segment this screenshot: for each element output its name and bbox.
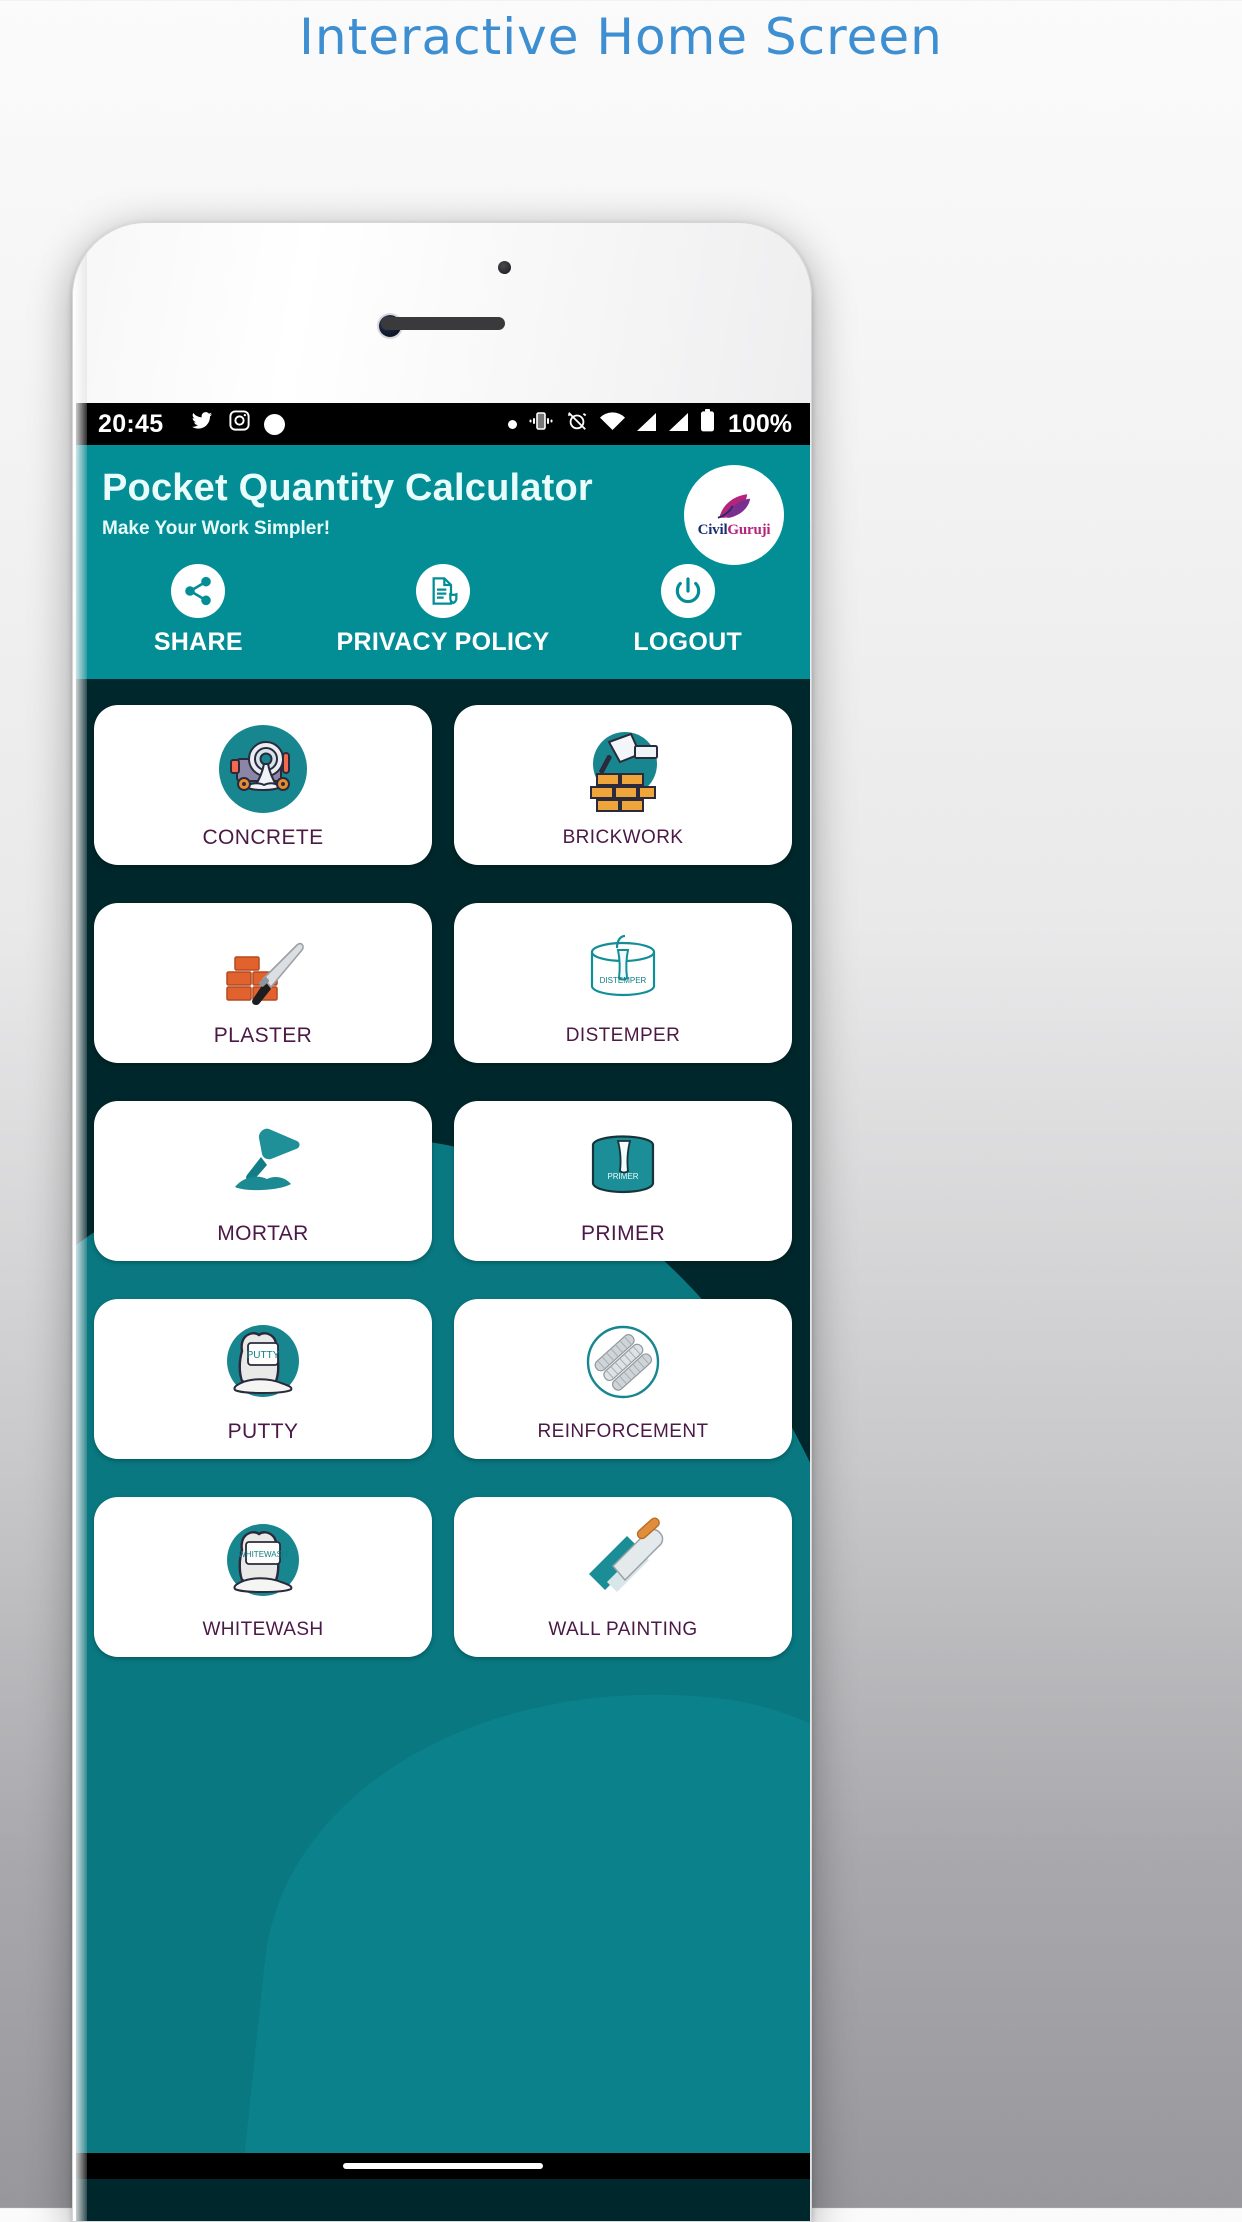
earpiece-speaker	[381, 317, 505, 330]
rebar-icon	[570, 1311, 676, 1417]
card-label: PUTTY	[227, 1420, 299, 1443]
status-time: 20:45	[98, 409, 164, 438]
brand-logo[interactable]: CivilGuruji	[684, 465, 784, 565]
card-putty[interactable]: PUTTY PUTTY	[94, 1299, 432, 1459]
concrete-mixer-icon	[210, 716, 316, 822]
wifi-icon	[600, 410, 626, 439]
document-shield-icon	[416, 564, 470, 618]
feather-logo-icon	[717, 494, 751, 519]
card-distemper[interactable]: DISTEMPER DISTEMPER	[454, 903, 792, 1063]
proximity-sensor-icon	[498, 261, 511, 274]
dot-icon	[508, 419, 518, 429]
action-privacy-policy-label: PRIVACY POLICY	[336, 628, 550, 656]
app-title: Pocket Quantity Calculator	[102, 467, 593, 509]
vibrate-icon	[528, 410, 554, 439]
card-label: MORTAR	[217, 1222, 309, 1245]
action-logout[interactable]: LOGOUT	[565, 564, 810, 657]
card-label: BRICKWORK	[562, 827, 684, 848]
whitewash-bag-icon: WHITEWASH	[210, 1509, 316, 1615]
icon-caption: PUTTY	[247, 1350, 280, 1361]
notification-dot-icon	[264, 413, 286, 435]
card-primer[interactable]: PRIMER PRIMER	[454, 1101, 792, 1261]
status-right-icons: 100%	[508, 409, 792, 439]
card-whitewash[interactable]: WHITEWASH WHITEWASH	[94, 1497, 432, 1657]
page-title: Interactive Home Screen	[299, 8, 943, 66]
battery-icon	[700, 409, 715, 439]
card-label: REINFORCEMENT	[537, 1421, 709, 1442]
action-share[interactable]: SHARE	[76, 564, 321, 657]
icon-caption: PRIMER	[607, 1172, 638, 1181]
paint-bucket-icon: DISTEMPER	[570, 915, 676, 1021]
twitter-icon	[189, 410, 215, 439]
calculator-grid: CONCRETE BRICKWORK PLASTER DISTEMPER DIS…	[94, 705, 792, 1657]
action-privacy-policy[interactable]: PRIVACY POLICY	[321, 564, 566, 657]
putty-bag-icon: PUTTY	[210, 1310, 316, 1416]
icon-caption: WHITEWASH	[238, 1550, 288, 1559]
header-actions: SHARE PRIVACY POLICY LOGOUT	[76, 540, 810, 679]
power-icon	[660, 564, 715, 618]
brand-name: CivilGuruji	[697, 522, 771, 538]
card-label: PRIMER	[580, 1222, 666, 1245]
instagram-icon	[228, 409, 251, 439]
card-label: DISTEMPER	[565, 1025, 681, 1046]
card-reinforcement[interactable]: REINFORCEMENT	[454, 1299, 792, 1459]
action-logout-label: LOGOUT	[633, 628, 743, 656]
card-plaster[interactable]: PLASTER	[94, 903, 432, 1063]
mortar-trowel-icon	[210, 1112, 316, 1218]
card-mortar[interactable]: MORTAR	[94, 1101, 432, 1261]
brick-wall-trowel-icon	[570, 717, 676, 823]
card-label: WALL PAINTING	[548, 1619, 698, 1640]
card-label: WHITEWASH	[202, 1619, 324, 1640]
card-wall-painting[interactable]: WALL PAINTING	[454, 1497, 792, 1657]
phone-mockup: 20:45 100% Pocket Quantity Calculator Ma…	[72, 222, 812, 2222]
paint-roller-icon	[570, 1509, 676, 1615]
share-icon	[171, 564, 226, 618]
primer-bucket-icon: PRIMER	[570, 1112, 676, 1218]
card-concrete[interactable]: CONCRETE	[94, 705, 432, 865]
card-brickwork[interactable]: BRICKWORK	[454, 705, 792, 865]
icon-caption: DISTEMPER	[600, 976, 647, 985]
app-subtitle: Make Your Work Simpler!	[102, 518, 331, 539]
alarm-off-icon	[565, 410, 589, 439]
background-swoosh-2	[238, 1653, 810, 2179]
battery-percent: 100%	[728, 409, 792, 438]
status-left-icons	[189, 409, 286, 439]
signal-2-icon	[668, 410, 689, 439]
status-bar: 20:45 100%	[76, 403, 810, 445]
home-gesture-pill[interactable]	[343, 2163, 543, 2169]
action-share-label: SHARE	[153, 628, 243, 656]
android-navigation-bar	[76, 2153, 810, 2179]
app-header: Pocket Quantity Calculator Make Your Wor…	[76, 445, 810, 565]
card-label: PLASTER	[213, 1024, 313, 1047]
card-label: CONCRETE	[202, 826, 324, 849]
bricks-trowel-icon	[210, 914, 316, 1020]
calculator-grid-area: CONCRETE BRICKWORK PLASTER DISTEMPER DIS…	[76, 679, 810, 2179]
signal-1-icon	[636, 410, 657, 439]
phone-screen: 20:45 100% Pocket Quantity Calculator Ma…	[76, 403, 810, 2221]
